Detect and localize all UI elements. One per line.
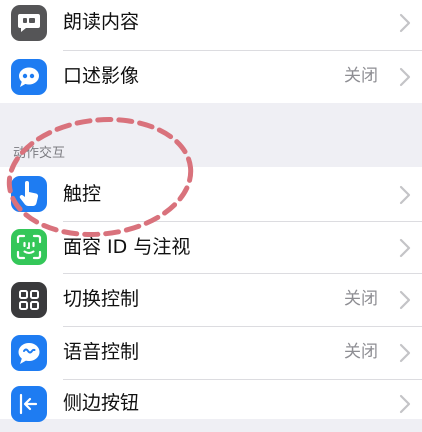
- settings-group-interaction: 触控 面容 ID 与注视 切换控制 关闭 语音控制 关闭 侧边按钮: [0, 167, 422, 422]
- row-label: 触控: [63, 183, 102, 205]
- row-label: 朗读内容: [63, 11, 140, 33]
- row-value: 关闭: [344, 66, 378, 86]
- voice-control-icon: [11, 335, 47, 371]
- row-value: 关闭: [344, 289, 378, 309]
- row-voice-control[interactable]: 语音控制 关闭: [0, 327, 422, 379]
- chevron-right-icon: [399, 290, 411, 310]
- chevron-right-icon: [399, 185, 411, 205]
- grid-icon: [11, 282, 47, 318]
- speech-bubble-icon: [11, 5, 47, 41]
- chevron-right-icon: [399, 238, 411, 258]
- row-touch[interactable]: 触控: [0, 167, 422, 219]
- chevron-right-icon: [399, 67, 411, 87]
- quote-bubble-icon: [11, 59, 47, 95]
- chevron-right-icon: [399, 394, 411, 414]
- side-button-icon: [11, 386, 47, 422]
- row-side-button[interactable]: 侧边按钮: [0, 380, 422, 432]
- hand-point-icon: [11, 176, 47, 212]
- row-switch-control[interactable]: 切换控制 关闭: [0, 274, 422, 326]
- row-label: 切换控制: [63, 288, 140, 310]
- chevron-right-icon: [399, 13, 411, 33]
- row-face-id[interactable]: 面容 ID 与注视: [0, 222, 422, 274]
- row-value: 关闭: [344, 342, 378, 362]
- row-label: 侧边按钮: [63, 392, 140, 414]
- row-speak-content[interactable]: 朗读内容: [0, 0, 422, 49]
- settings-group-top: 朗读内容 口述影像 关闭: [0, 0, 422, 103]
- row-audio-description[interactable]: 口述影像 关闭: [0, 51, 422, 103]
- row-label: 面容 ID 与注视: [63, 236, 191, 258]
- section-header: 动作交互: [13, 146, 66, 161]
- row-label: 口述影像: [63, 65, 140, 87]
- face-id-icon: [11, 229, 47, 265]
- chevron-right-icon: [399, 343, 411, 363]
- row-label: 语音控制: [63, 341, 140, 363]
